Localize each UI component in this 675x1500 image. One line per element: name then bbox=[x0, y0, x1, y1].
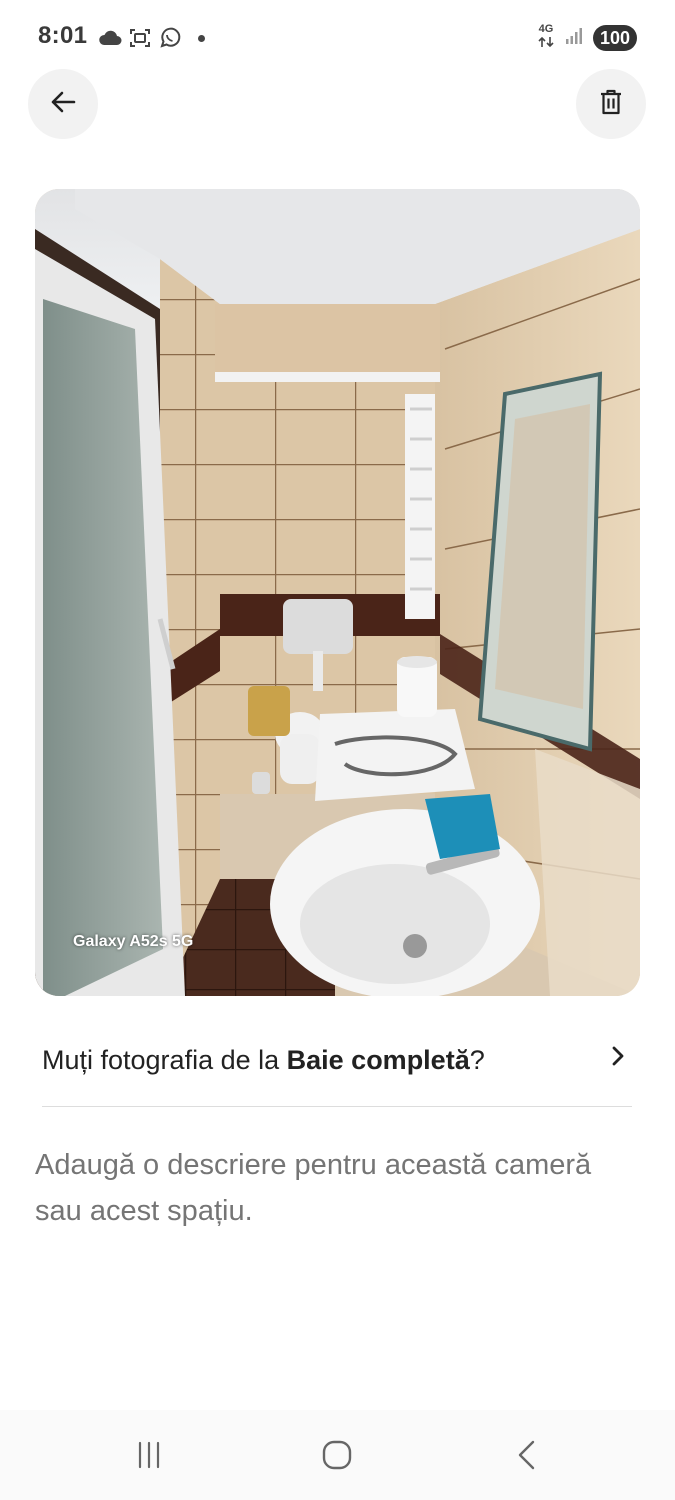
signal-icon bbox=[565, 27, 583, 50]
back-button[interactable] bbox=[28, 69, 98, 139]
room-photo[interactable]: Galaxy A52s 5G bbox=[35, 189, 640, 996]
status-notification-icons bbox=[98, 24, 205, 52]
arrow-left-icon bbox=[49, 88, 77, 121]
move-photo-text: Muți fotografia de la Baie completă? bbox=[42, 1045, 485, 1076]
cloud-icon bbox=[98, 30, 122, 46]
status-system-icons: 4G 100 bbox=[537, 23, 637, 53]
move-photo-row[interactable]: Muți fotografia de la Baie completă? bbox=[42, 1032, 632, 1088]
bathroom-photo-illustration bbox=[35, 189, 640, 996]
move-photo-suffix: ? bbox=[469, 1044, 485, 1075]
data-arrows-icon: 4G bbox=[537, 23, 555, 53]
recent-apps-icon bbox=[134, 1440, 164, 1475]
recent-apps-button[interactable] bbox=[114, 1432, 184, 1482]
nav-back-icon bbox=[515, 1439, 539, 1476]
status-time: 8:01 bbox=[38, 22, 88, 49]
nav-back-button[interactable] bbox=[492, 1432, 562, 1482]
chevron-right-icon bbox=[608, 1042, 628, 1075]
camera-watermark: Galaxy A52s 5G bbox=[73, 933, 194, 950]
photo-description-input[interactable] bbox=[35, 1142, 645, 1252]
notification-dot bbox=[198, 34, 205, 42]
current-room-name: Baie completă bbox=[286, 1044, 470, 1075]
move-photo-prefix: Muți fotografia de la bbox=[42, 1044, 287, 1075]
status-bar: 8:01 4G 100 bbox=[0, 0, 675, 76]
divider bbox=[42, 1106, 632, 1107]
delete-photo-button[interactable] bbox=[576, 69, 646, 139]
android-navigation-bar bbox=[0, 1410, 675, 1500]
whatsapp-icon bbox=[158, 26, 182, 50]
home-button[interactable] bbox=[302, 1432, 372, 1482]
battery-indicator: 100 bbox=[593, 25, 637, 51]
home-icon bbox=[321, 1439, 353, 1476]
trash-icon bbox=[598, 88, 624, 121]
screenshot-icon bbox=[128, 26, 152, 50]
